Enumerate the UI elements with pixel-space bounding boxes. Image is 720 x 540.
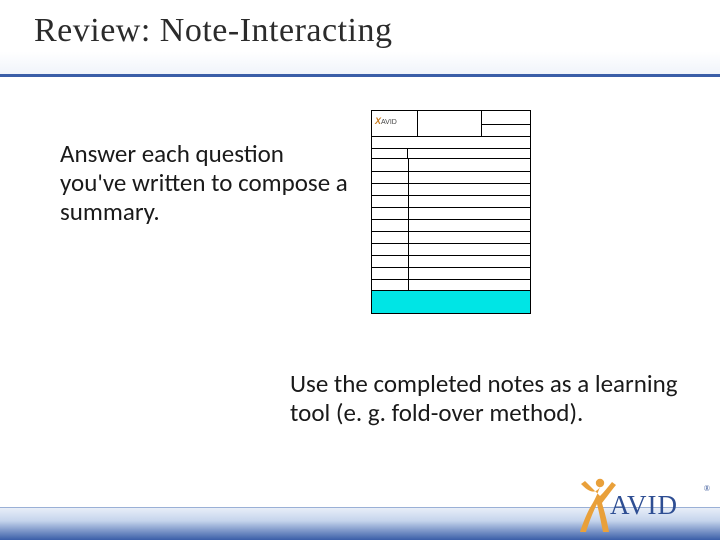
thumb-row-line [372, 279, 530, 280]
thumb-name-date-cell [482, 111, 530, 137]
slide: Review: Note-Interacting Answer each que… [0, 0, 720, 540]
body-paragraph-2: Use the completed notes as a learning to… [290, 370, 690, 428]
avid-logo-text: AVID [610, 490, 678, 521]
thumb-row-line [372, 243, 530, 244]
thumb-row-line [372, 207, 530, 208]
cornell-notes-thumbnail: XAVID [371, 110, 531, 314]
thumb-subhead [372, 137, 530, 149]
thumb-row-line [372, 195, 530, 196]
avid-logo: AVID ® [576, 476, 706, 534]
title-bar: Review: Note-Interacting [0, 0, 720, 77]
thumb-topic-cell [418, 111, 482, 137]
thumb-colhead-questions [372, 149, 408, 159]
thumb-row-line [372, 171, 530, 172]
thumb-row-line [372, 231, 530, 232]
thumb-logo-cell: XAVID [372, 111, 418, 137]
body-paragraph-1: Answer each question you've written to c… [60, 140, 350, 226]
thumb-rows [372, 159, 530, 291]
thumb-colhead-notes [408, 149, 530, 159]
avid-registered: ® [704, 484, 710, 493]
page-title: Review: Note-Interacting [34, 12, 392, 50]
thumb-row-line [372, 267, 530, 268]
thumb-avid-mini: XAVID [375, 116, 397, 126]
thumb-summary-box [372, 290, 530, 313]
thumb-row-line [372, 219, 530, 220]
thumb-row-line [372, 183, 530, 184]
thumb-row-line [372, 255, 530, 256]
thumb-vline [408, 159, 409, 291]
